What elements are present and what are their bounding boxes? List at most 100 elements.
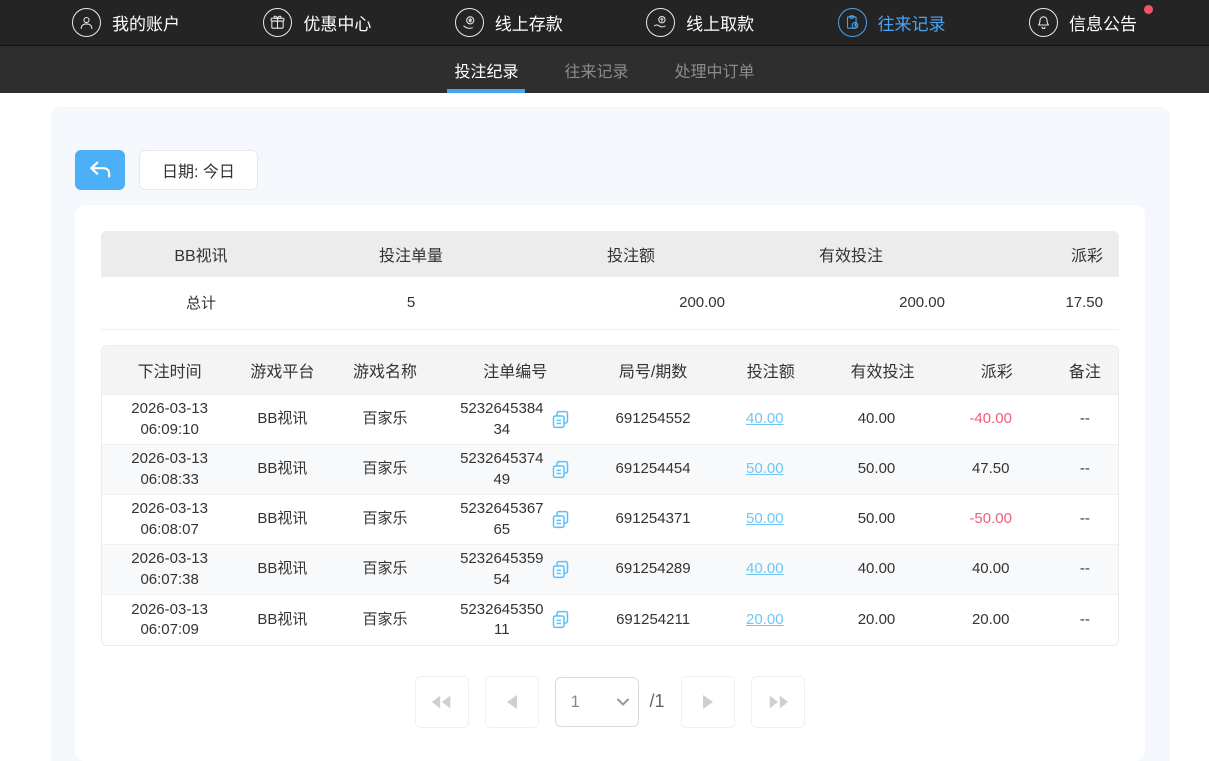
first-page-button[interactable] xyxy=(415,676,469,728)
summary-table: BB视讯 投注单量 投注额 有效投注 派彩 总计 5 200.00 200.00… xyxy=(101,231,1119,330)
cell-platform: BB视讯 xyxy=(237,595,327,645)
gift-icon xyxy=(263,8,292,37)
nav-item-announcements[interactable]: 信息公告 xyxy=(1029,8,1137,37)
cell-bet-time: 2026-03-1306:08:33 xyxy=(102,445,237,495)
cell-round-no: 691254371 xyxy=(588,495,718,545)
nav-item-label: 线上存款 xyxy=(495,10,563,35)
cell-valid-bet: 50.00 xyxy=(823,495,941,545)
nav-item-deposit[interactable]: 线上存款 xyxy=(455,8,563,37)
col-bet-amount: 投注额 xyxy=(718,346,823,395)
tab-processing-orders[interactable]: 处理中订单 xyxy=(672,46,758,93)
tab-label: 投注纪录 xyxy=(454,58,518,82)
table-row: 2026-03-1306:08:07 BB视讯 百家乐 523264536765… xyxy=(102,495,1118,545)
col-payout: 派彩 xyxy=(942,346,1052,395)
tab-bet-records[interactable]: 投注纪录 xyxy=(451,46,521,93)
table-row: 2026-03-1306:07:38 BB视讯 百家乐 523264535954… xyxy=(102,545,1118,595)
cell-game-name: 百家乐 xyxy=(327,595,442,645)
cell-order-no: 523264537449 xyxy=(443,445,588,495)
copy-order-icon[interactable] xyxy=(550,409,571,430)
cell-order-no: 523264538434 xyxy=(443,395,588,445)
copy-order-icon[interactable] xyxy=(550,609,571,630)
col-round-no: 局号/期数 xyxy=(588,346,718,395)
col-platform: 游戏平台 xyxy=(237,346,327,395)
cell-bet-amount: 50.00 xyxy=(718,495,823,545)
summary-total-row: 总计 5 200.00 200.00 17.50 xyxy=(101,277,1119,329)
pagination: 1 /1 xyxy=(101,676,1119,728)
page-select[interactable]: 1 xyxy=(555,677,639,727)
tab-label: 往来记录 xyxy=(564,58,628,82)
summary-header-valid-bet: 有效投注 xyxy=(741,231,961,277)
nav-item-promotions[interactable]: 优惠中心 xyxy=(263,8,371,37)
tab-label: 处理中订单 xyxy=(675,58,755,82)
content-panel: 日期: 今日 BB视讯 投注单量 投注额 有效投注 派彩 总计 5 200.00 xyxy=(51,107,1170,761)
col-remark: 备注 xyxy=(1052,346,1118,395)
page-select-wrapper: 1 xyxy=(555,677,639,727)
nav-item-records[interactable]: 往来记录 xyxy=(838,8,946,37)
top-navigation: 我的账户 优惠中心 线上存款 线上取款 往来记录 信息公告 xyxy=(0,0,1209,46)
bell-icon xyxy=(1029,8,1058,37)
cell-platform: BB视讯 xyxy=(237,395,327,445)
table-row: 2026-03-1306:07:09 BB视讯 百家乐 523264535011… xyxy=(102,595,1118,645)
table-row: 2026-03-1306:09:10 BB视讯 百家乐 523264538434… xyxy=(102,395,1118,445)
bet-amount-link[interactable]: 40.00 xyxy=(746,560,784,577)
cell-payout: 47.50 xyxy=(942,445,1052,495)
cell-bet-amount: 20.00 xyxy=(718,595,823,645)
date-filter-label: 日期: 今日 xyxy=(162,158,235,182)
toolbar: 日期: 今日 xyxy=(75,150,1145,190)
nav-item-my-account[interactable]: 我的账户 xyxy=(72,8,180,37)
bet-amount-link[interactable]: 50.00 xyxy=(746,510,784,527)
copy-order-icon[interactable] xyxy=(550,509,571,530)
cell-order-no: 523264536765 xyxy=(443,495,588,545)
cell-payout: 20.00 xyxy=(942,595,1052,645)
prev-page-button[interactable] xyxy=(485,676,539,728)
nav-item-label: 信息公告 xyxy=(1069,10,1137,35)
bet-records-table-container: 下注时间 游戏平台 游戏名称 注单编号 局号/期数 投注额 有效投注 派彩 备注… xyxy=(101,345,1119,646)
records-card: BB视讯 投注单量 投注额 有效投注 派彩 总计 5 200.00 200.00… xyxy=(75,205,1145,761)
back-button[interactable] xyxy=(75,150,125,190)
nav-item-label: 我的账户 xyxy=(112,10,180,35)
summary-total-bet: 200.00 xyxy=(521,277,741,329)
bet-amount-link[interactable]: 40.00 xyxy=(746,410,784,427)
cell-round-no: 691254289 xyxy=(588,545,718,595)
cell-round-no: 691254454 xyxy=(588,445,718,495)
bet-amount-link[interactable]: 20.00 xyxy=(746,611,784,628)
cell-remark: -- xyxy=(1052,395,1118,445)
cell-platform: BB视讯 xyxy=(237,445,327,495)
tab-transaction-records[interactable]: 往来记录 xyxy=(561,46,631,93)
summary-header-bet-count: 投注单量 xyxy=(301,231,521,277)
date-filter[interactable]: 日期: 今日 xyxy=(139,150,258,190)
nav-item-withdraw[interactable]: 线上取款 xyxy=(646,8,754,37)
copy-order-icon[interactable] xyxy=(550,459,571,480)
cell-payout: -40.00 xyxy=(942,395,1052,445)
cell-bet-amount: 40.00 xyxy=(718,545,823,595)
cell-bet-time: 2026-03-1306:09:10 xyxy=(102,395,237,445)
cell-game-name: 百家乐 xyxy=(327,395,442,445)
copy-order-icon[interactable] xyxy=(550,559,571,580)
next-page-button[interactable] xyxy=(681,676,735,728)
cell-payout: -50.00 xyxy=(942,495,1052,545)
withdraw-icon xyxy=(646,8,675,37)
cell-bet-time: 2026-03-1306:07:38 xyxy=(102,545,237,595)
summary-total-label: 总计 xyxy=(101,277,301,329)
col-game-name: 游戏名称 xyxy=(327,346,442,395)
cell-bet-time: 2026-03-1306:07:09 xyxy=(102,595,237,645)
col-order-no: 注单编号 xyxy=(443,346,588,395)
cell-valid-bet: 40.00 xyxy=(823,545,941,595)
records-icon xyxy=(838,8,867,37)
last-page-button[interactable] xyxy=(751,676,805,728)
summary-total-payout: 17.50 xyxy=(961,277,1119,329)
summary-header-platform: BB视讯 xyxy=(101,231,301,277)
cell-round-no: 691254552 xyxy=(588,395,718,445)
cell-remark: -- xyxy=(1052,595,1118,645)
summary-header-payout: 派彩 xyxy=(961,231,1119,277)
summary-total-valid: 200.00 xyxy=(741,277,961,329)
cell-round-no: 691254211 xyxy=(588,595,718,645)
cell-game-name: 百家乐 xyxy=(327,445,442,495)
cell-bet-time: 2026-03-1306:08:07 xyxy=(102,495,237,545)
cell-bet-amount: 40.00 xyxy=(718,395,823,445)
nav-item-label: 往来记录 xyxy=(878,10,946,35)
sub-navigation: 投注纪录 往来记录 处理中订单 xyxy=(0,46,1209,93)
right-arrow-icon xyxy=(702,695,714,709)
cell-order-no: 523264535011 xyxy=(443,595,588,645)
bet-amount-link[interactable]: 50.00 xyxy=(746,460,784,477)
